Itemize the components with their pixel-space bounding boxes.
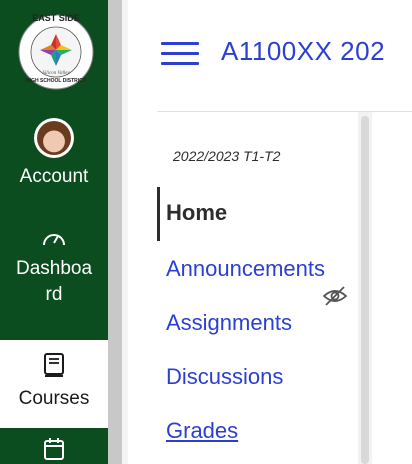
nav-dashboard-label-line2: rd — [45, 284, 63, 305]
scrollbar-thumb[interactable] — [361, 116, 369, 464]
course-nav-announcements[interactable]: Announcements — [166, 256, 325, 282]
nav-account-label: Account — [19, 166, 89, 187]
active-indicator — [157, 187, 160, 241]
calendar-icon — [44, 438, 64, 460]
nav-calendar[interactable] — [0, 436, 108, 460]
term-label: 2022/2023 T1-T2 — [173, 148, 281, 164]
course-nav-grades[interactable]: Grades — [166, 418, 238, 444]
eye-slash-icon — [322, 286, 348, 306]
hamburger-icon[interactable] — [161, 40, 199, 68]
global-nav: EAST SIDE Silicon Valley HIGH SCHOOL DIS… — [0, 0, 108, 464]
nav-courses-label: Courses — [18, 388, 90, 409]
logo-bottom-text: HIGH SCHOOL DISTRICT — [26, 78, 86, 84]
course-nav-discussions[interactable]: Discussions — [166, 364, 283, 390]
nav-dashboard-label-line1: Dashboa — [15, 258, 93, 279]
header-divider — [157, 111, 412, 112]
nav-courses[interactable]: Courses — [0, 340, 108, 428]
logo-top-text: EAST SIDE — [32, 13, 80, 23]
book-icon — [44, 353, 64, 377]
course-nav-home[interactable]: Home — [166, 200, 227, 226]
dashboard-icon — [43, 234, 65, 246]
logo-script-text: Silicon Valley — [42, 71, 70, 76]
course-title[interactable]: A1100XX 202 — [221, 36, 385, 67]
nav-dashboard[interactable]: Dashboa rd — [0, 228, 108, 308]
nav-divider — [108, 0, 122, 464]
course-nav-assignments[interactable]: Assignments — [166, 310, 292, 336]
avatar — [34, 118, 74, 158]
district-logo[interactable]: EAST SIDE Silicon Valley HIGH SCHOOL DIS… — [18, 8, 94, 96]
nav-account[interactable]: Account — [0, 118, 108, 190]
nav-gap — [122, 0, 128, 464]
